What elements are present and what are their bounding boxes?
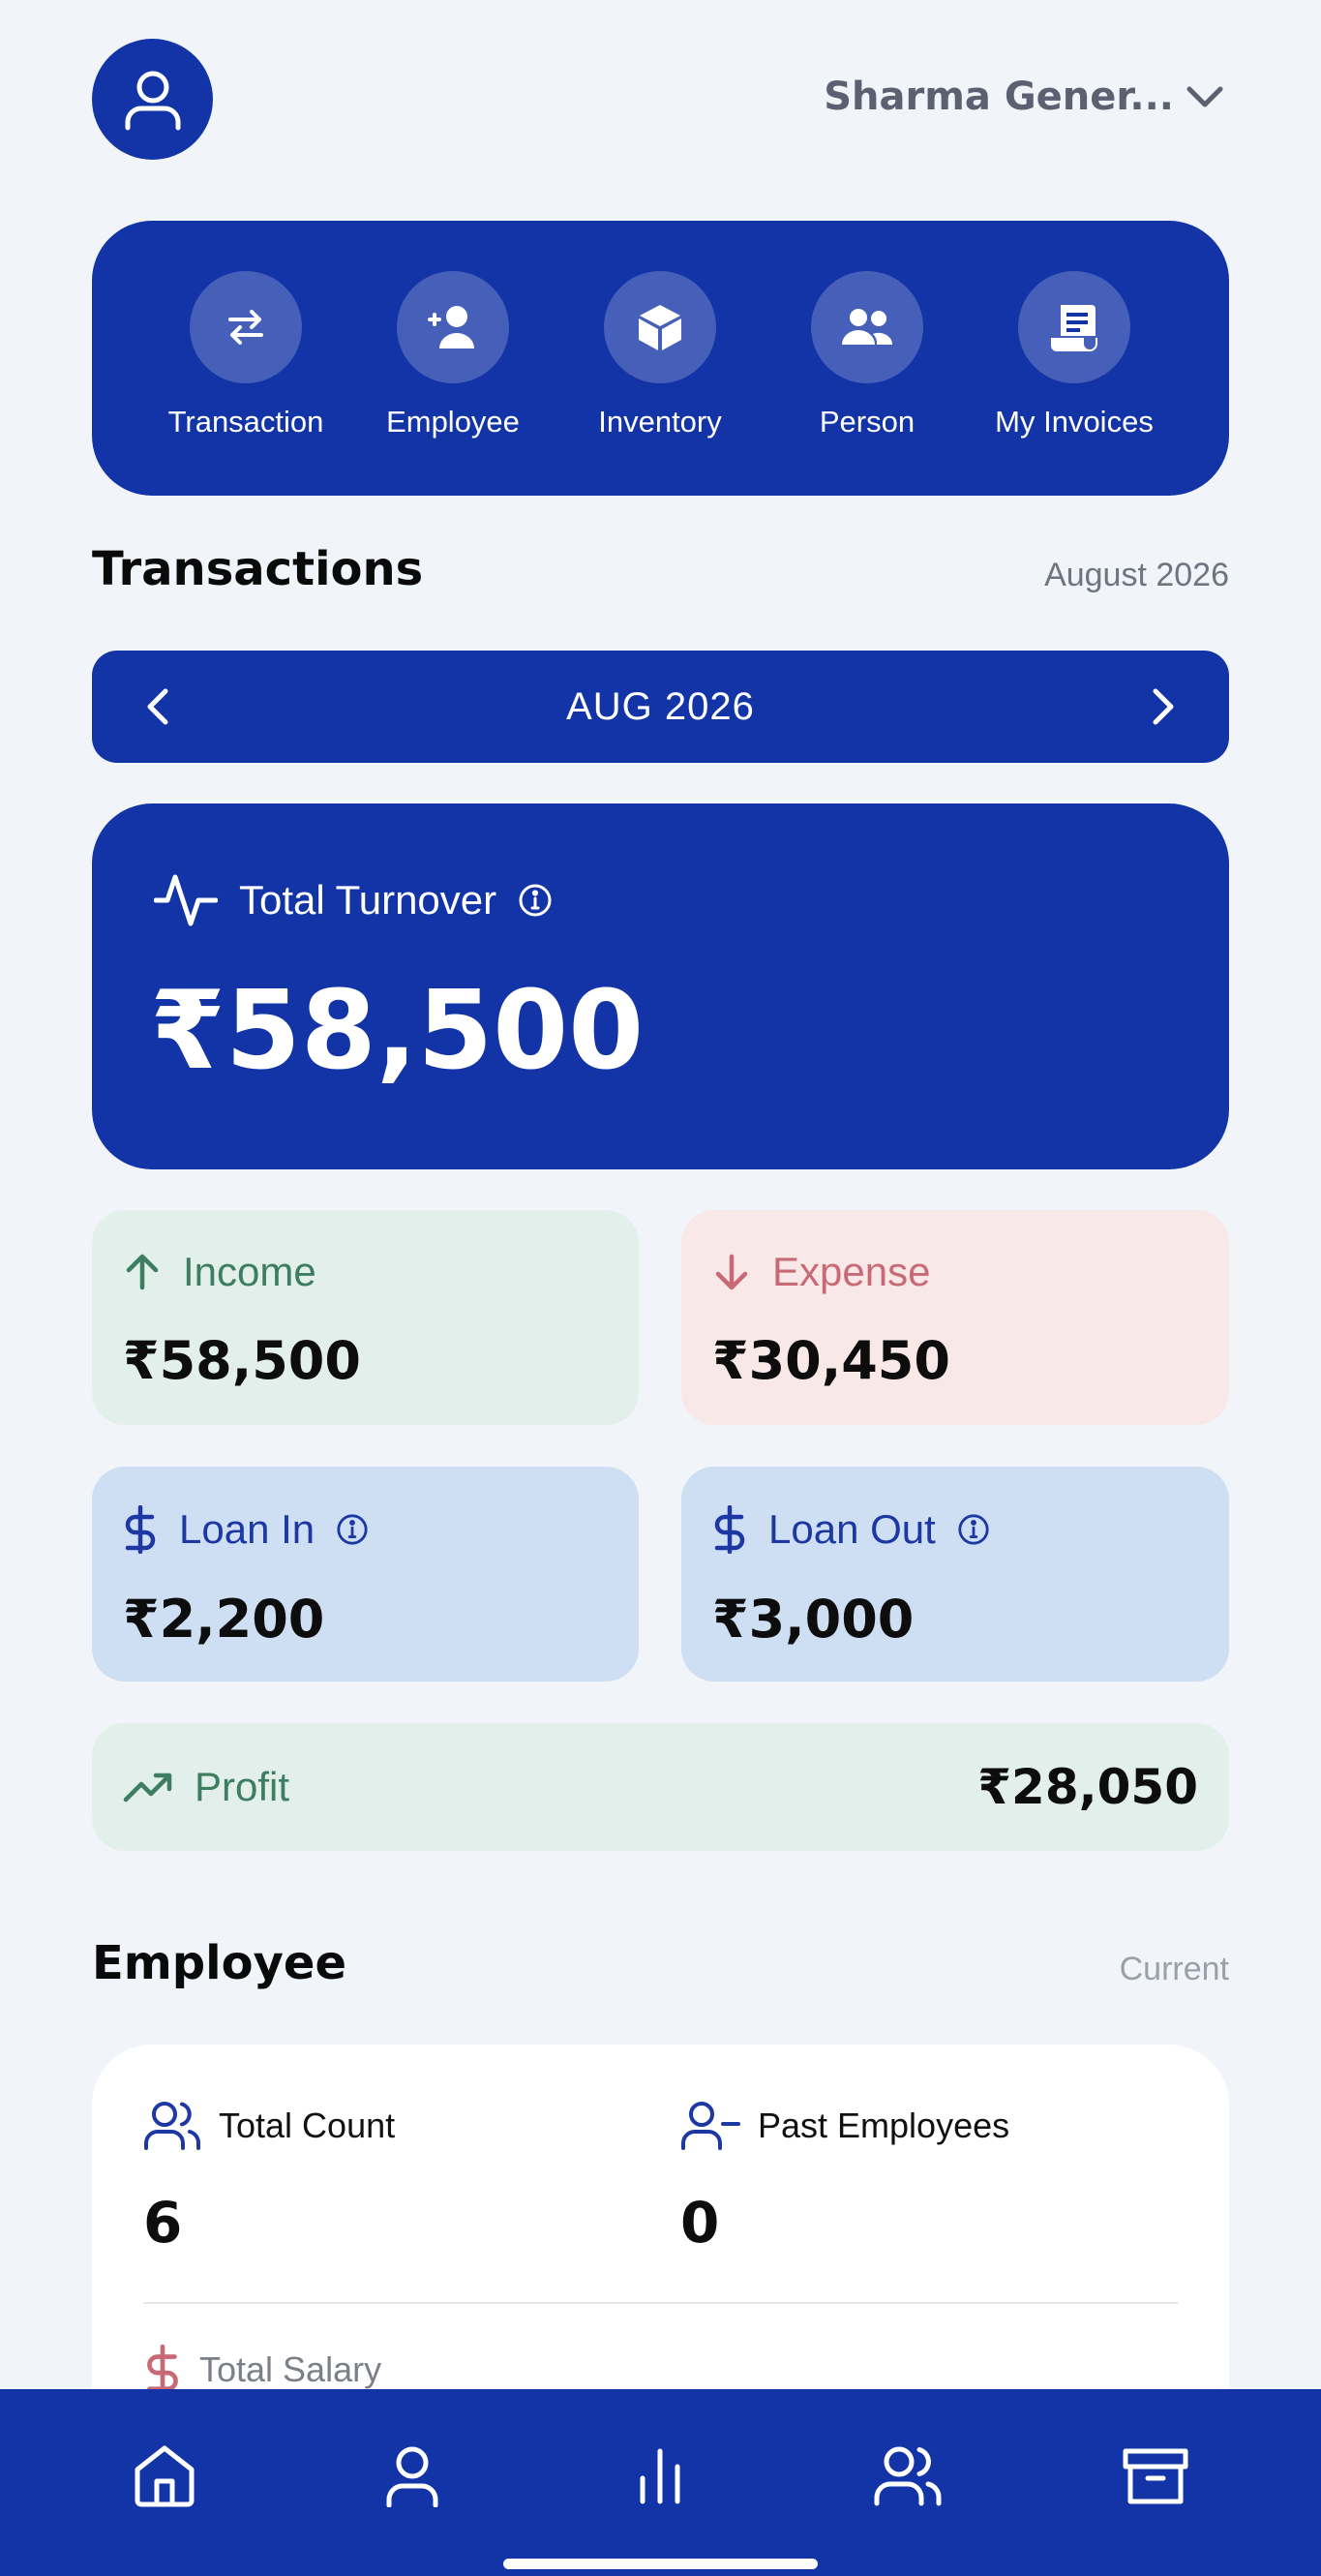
chevron-down-icon <box>1186 86 1223 107</box>
user-icon <box>125 71 180 130</box>
turnover-label: Total Turnover <box>239 877 497 923</box>
quick-action-transaction[interactable]: Transaction <box>164 271 328 439</box>
nav-archive[interactable] <box>1107 2428 1204 2525</box>
past-employees-label: Past Employees <box>758 2106 1010 2145</box>
arrows-swap-icon <box>190 271 302 383</box>
archive-icon <box>1123 2448 1188 2504</box>
user-plus-icon <box>397 271 509 383</box>
loan-out-amount: ₹3,000 <box>712 1589 915 1650</box>
quick-action-label: Employee <box>386 405 520 439</box>
turnover-amount: ₹58,500 <box>150 968 645 1094</box>
home-icon <box>135 2445 195 2507</box>
income-amount: ₹58,500 <box>123 1330 361 1391</box>
quick-action-my-invoices[interactable]: My Invoices <box>992 271 1156 439</box>
users-icon <box>874 2446 942 2506</box>
total-salary-stat[interactable]: Total Salary <box>143 2345 381 2395</box>
next-month-button[interactable] <box>1136 680 1190 734</box>
past-employees-value: 0 <box>680 2190 720 2256</box>
loan-in-amount: ₹2,200 <box>123 1589 325 1650</box>
business-selector[interactable]: Sharma Gener... <box>824 68 1224 126</box>
dollar-icon <box>147 2345 178 2395</box>
transactions-title: Transactions <box>92 542 424 596</box>
home-indicator <box>503 2559 818 2569</box>
info-icon[interactable] <box>336 1513 369 1546</box>
expense-tile[interactable]: Expense ₹30,450 <box>681 1210 1229 1425</box>
profit-label: Profit <box>195 1764 290 1809</box>
divider <box>143 2302 1178 2304</box>
nav-profile[interactable] <box>364 2428 461 2525</box>
user-minus-icon <box>681 2102 740 2150</box>
employee-filter[interactable]: Current <box>1120 1951 1229 1988</box>
total-turnover-card: Total Turnover ₹58,500 <box>92 803 1229 1169</box>
income-label: Income <box>183 1249 316 1294</box>
trending-up-icon <box>123 1773 172 1803</box>
chevron-left-icon <box>147 688 168 725</box>
total-count-value: 6 <box>143 2190 183 2256</box>
box-icon <box>604 271 716 383</box>
bottom-navigation <box>0 2389 1321 2576</box>
business-name: Sharma Gener... <box>824 75 1174 119</box>
activity-icon <box>154 874 218 926</box>
dollar-icon <box>714 1505 745 1554</box>
total-count-label: Total Count <box>219 2106 396 2145</box>
month-label: AUG 2026 <box>566 684 755 728</box>
expense-amount: ₹30,450 <box>712 1330 950 1391</box>
arrow-down-icon <box>715 1254 748 1290</box>
quick-action-label: My Invoices <box>995 405 1154 439</box>
info-icon[interactable] <box>957 1513 990 1546</box>
quick-action-label: Person <box>819 405 916 439</box>
users-icon <box>144 2102 200 2150</box>
income-tile[interactable]: Income ₹58,500 <box>92 1210 639 1425</box>
loan-in-label: Loan In <box>179 1506 315 1552</box>
bar-chart-icon <box>640 2448 680 2504</box>
profile-avatar[interactable] <box>92 39 213 160</box>
receipt-icon <box>1018 271 1130 383</box>
total-salary-label: Total Salary <box>199 2349 382 2389</box>
previous-month-button[interactable] <box>131 680 185 734</box>
month-selector: AUG 2026 <box>92 651 1229 763</box>
nav-people[interactable] <box>859 2428 956 2525</box>
loan-out-tile[interactable]: Loan Out ₹3,000 <box>681 1467 1229 1682</box>
past-employees-stat[interactable]: Past Employees 0 <box>680 2101 1009 2256</box>
quick-action-inventory[interactable]: Inventory <box>578 271 742 439</box>
quick-actions-panel: Transaction Employee Inventory Person My… <box>92 221 1229 496</box>
loan-out-label: Loan Out <box>768 1506 936 1552</box>
employee-title: Employee <box>92 1936 346 1990</box>
expense-label: Expense <box>772 1249 931 1294</box>
profit-row[interactable]: Profit ₹28,050 <box>92 1723 1229 1851</box>
nav-reports[interactable] <box>612 2428 708 2525</box>
arrow-up-icon <box>126 1254 159 1290</box>
total-count-stat[interactable]: Total Count 6 <box>143 2101 395 2256</box>
quick-action-label: Transaction <box>167 405 324 439</box>
info-icon[interactable] <box>518 883 553 918</box>
quick-action-person[interactable]: Person <box>785 271 949 439</box>
quick-action-label: Inventory <box>598 405 722 439</box>
profit-amount: ₹28,050 <box>977 1759 1198 1815</box>
transactions-period: August 2026 <box>1044 557 1229 593</box>
users-icon <box>811 271 923 383</box>
dollar-icon <box>125 1505 156 1554</box>
loan-in-tile[interactable]: Loan In ₹2,200 <box>92 1467 639 1682</box>
quick-action-employee[interactable]: Employee <box>371 271 535 439</box>
chevron-right-icon <box>1153 688 1174 725</box>
nav-home[interactable] <box>116 2428 213 2525</box>
user-icon <box>386 2446 438 2507</box>
